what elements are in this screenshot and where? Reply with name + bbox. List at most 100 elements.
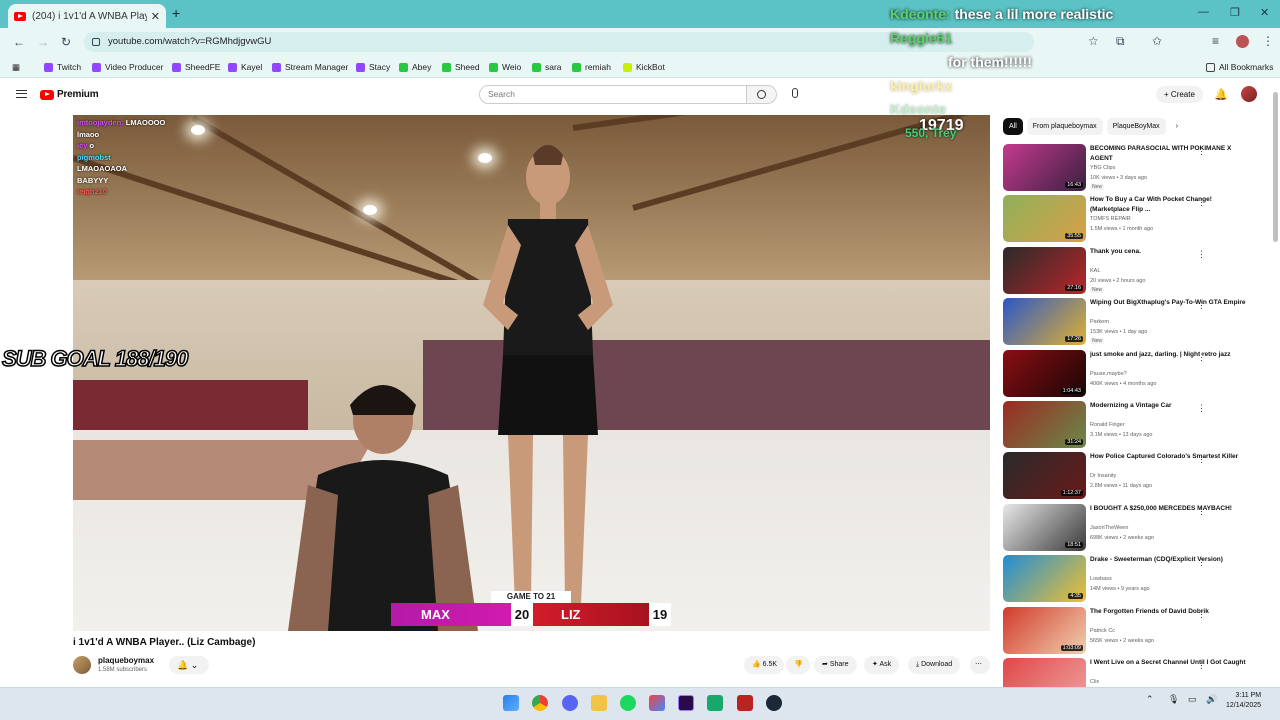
app-icon[interactable] (737, 695, 753, 711)
discord-icon[interactable] (562, 695, 578, 711)
recommendation-card[interactable]: 17:26 Wiping Out BigXthaplug's Pay-To-Win… (1003, 298, 1263, 346)
share-button[interactable]: ➦ Share (814, 656, 857, 674)
all-bookmarks-folder[interactable]: All Bookmarks (1206, 62, 1273, 72)
like-button[interactable]: 👍 6.5K (744, 656, 784, 674)
recommendation-title[interactable]: I BOUGHT A $250,000 MERCEDES MAYBACH! (1090, 504, 1250, 514)
dislike-button[interactable]: 👎 (786, 656, 810, 674)
filter-chip-channel[interactable]: PlaqueBoyMax (1106, 118, 1166, 135)
recommendation-card[interactable]: 1:12:37 How Police Captured Colorado's Sm… (1003, 452, 1263, 500)
recommendation-card[interactable]: 27:16 Thank you cena. KAL 20 views • 2 hour… (1003, 246, 1263, 295)
minimize-icon[interactable]: — (1198, 6, 1209, 18)
bookmark-abey[interactable]: Abey (399, 62, 431, 72)
recommendation-title[interactable]: I Went Live on a Secret Channel Until I … (1090, 658, 1250, 668)
media-control-icon[interactable]: ≡ (1212, 34, 1219, 48)
recommendation-title[interactable]: Drake - Sweeterman (CDQ/Explicit Version… (1090, 555, 1250, 565)
video-thumbnail[interactable]: 4:35 (1003, 555, 1086, 603)
recommendation-card[interactable]: 16:43 BECOMING PARASOCIAL WITH POKIMANE X… (1003, 144, 1263, 192)
bookmark-remiah[interactable]: remiah (572, 62, 611, 72)
recommendation-title[interactable]: How To Buy a Car With Pocket Change! (Ma… (1090, 195, 1250, 214)
channel-name[interactable]: plaqueboymax (98, 656, 154, 665)
filter-chip-from-channel[interactable]: From plaqueboymax (1026, 118, 1103, 135)
bookmark-stream-manager[interactable]: Stream Manager (272, 62, 348, 72)
recommendation-title[interactable]: Thank you cena. (1090, 247, 1250, 257)
more-options-icon[interactable]: ⋮ (1197, 352, 1206, 363)
bookmark-kickbot[interactable]: KickBot (623, 62, 665, 72)
recommendation-card[interactable]: 18:51 I BOUGHT A $250,000 MERCEDES MAYBAC… (1003, 503, 1263, 552)
video-thumbnail[interactable]: 17:26 (1003, 298, 1086, 346)
file-explorer-icon[interactable] (591, 695, 607, 711)
more-options-icon[interactable]: ⋮ (1197, 506, 1206, 517)
voice-search-icon[interactable] (792, 88, 798, 98)
recommendation-card[interactable]: 35:55 How To Buy a Car With Pocket Change… (1003, 195, 1263, 243)
tray-chevron-up-icon[interactable]: ⌃ (1146, 694, 1154, 705)
recommendation-channel[interactable]: Clix (1090, 679, 1099, 685)
apps-grid-icon[interactable]: ▦ (12, 62, 20, 73)
channel-avatar[interactable] (73, 656, 91, 674)
more-options-icon[interactable]: ⋮ (1197, 249, 1206, 260)
subscription-bell-button[interactable]: 🔔 ⌄ (169, 656, 209, 674)
recommendation-channel[interactable]: Patrick Cc (1090, 628, 1115, 634)
microphone-icon[interactable]: 🎙 (1168, 694, 1179, 705)
youtube-logo[interactable]: Premium (40, 89, 99, 100)
windows-start-icon[interactable] (503, 695, 519, 711)
more-options-icon[interactable]: ⋮ (1197, 557, 1206, 568)
more-options-icon[interactable]: ⋮ (1197, 403, 1206, 414)
recommendation-channel[interactable]: Ronald Finger (1090, 422, 1125, 428)
extensions-icon[interactable]: ⧉ (1116, 34, 1125, 49)
close-tab-icon[interactable]: ✕ (151, 10, 160, 23)
volume-icon[interactable]: 🔊 (1206, 694, 1217, 705)
chrome-icon[interactable] (532, 695, 548, 711)
recommendation-channel[interactable]: Parkem (1090, 319, 1109, 325)
page-scrollbar[interactable] (1272, 82, 1279, 687)
create-button[interactable]: + Create (1156, 86, 1203, 103)
recommendation-title[interactable]: Wiping Out BigXthaplug's Pay-To-Win GTA … (1090, 298, 1250, 308)
more-options-icon[interactable]: ⋮ (1197, 454, 1206, 465)
recommendation-title[interactable]: The Forgotten Friends of David Dobrik (1090, 607, 1250, 617)
spotify-icon[interactable] (620, 695, 636, 711)
premiere-pro-icon[interactable] (678, 695, 694, 711)
more-options-icon[interactable]: ⋮ (1197, 197, 1206, 208)
reload-icon[interactable]: ↻ (61, 35, 71, 49)
browser-tab-active[interactable]: (204) i 1v1'd A WNBA Player. ✕ (8, 4, 166, 28)
favorites-icon[interactable]: ✩ (1152, 34, 1162, 48)
video-thumbnail[interactable]: 1:03:09 (1003, 606, 1086, 654)
recommendation-card[interactable]: 31:24 Modernizing a Vintage Car Ronald Fin… (1003, 401, 1263, 449)
recommendation-card[interactable]: 1:04:43 just smoke and jazz, darling. | N… (1003, 349, 1263, 398)
bookmark-twitch[interactable]: Twitch (44, 62, 81, 72)
more-options-icon[interactable]: ⋮ (1197, 660, 1206, 671)
menu-kebab-icon[interactable]: ⋮ (1262, 34, 1274, 48)
recommendation-channel[interactable]: YBG Clips (1090, 165, 1115, 171)
video-thumbnail[interactable]: 1:12:37 (1003, 452, 1086, 500)
bookmark-sheedfe[interactable]: SheedFE (172, 62, 220, 72)
recommendation-title[interactable]: How Police Captured Colorado's Smartest … (1090, 452, 1250, 462)
filter-chip-all[interactable]: All (1003, 118, 1023, 135)
search-button[interactable] (747, 85, 777, 104)
notifications-bell-icon[interactable]: 🔔 (1214, 88, 1228, 101)
back-icon[interactable]: ← (13, 35, 25, 49)
bookmark-kayel[interactable]: Kayel (228, 62, 262, 72)
video-thumbnail[interactable]: 31:24 (1003, 401, 1086, 448)
download-button[interactable]: ⤓ Download (908, 656, 961, 674)
bookmark-sara[interactable]: sara (532, 62, 562, 72)
chevron-right-icon[interactable]: › (1170, 118, 1184, 135)
video-thumbnail[interactable]: 16:43 (1003, 144, 1086, 191)
more-options-icon[interactable]: ⋮ (1197, 609, 1206, 620)
profile-avatar[interactable] (1236, 35, 1249, 48)
search-input[interactable]: Search (479, 85, 747, 104)
bookmark-stacy[interactable]: Stacy (356, 62, 390, 72)
steam-icon[interactable] (766, 695, 782, 711)
more-actions-button[interactable]: ⋯ (970, 656, 990, 674)
maximize-icon[interactable]: ❐ (1230, 6, 1240, 19)
bookmark-sheed[interactable]: Sheed (442, 62, 480, 72)
account-avatar[interactable] (1241, 86, 1257, 102)
recommendation-card[interactable]: 1:03:09 The Forgotten Friends of David Do… (1003, 606, 1263, 655)
app-icon[interactable] (649, 695, 665, 711)
video-thumbnail[interactable]: 18:51 (1003, 503, 1086, 551)
bookmark-video-producer[interactable]: Video Producer (92, 62, 163, 72)
recommendation-title[interactable]: BECOMING PARASOCIAL WITH POKIMANE X AGEN… (1090, 144, 1250, 163)
recommendation-card[interactable]: 4:35 Drake - Sweeterman (CDQ/Explicit Ver… (1003, 555, 1263, 603)
recommendation-title[interactable]: just smoke and jazz, darling. | Night re… (1090, 350, 1250, 360)
video-thumbnail[interactable]: 35:55 (1003, 195, 1086, 243)
star-bookmark-icon[interactable]: ☆ (1088, 34, 1099, 48)
more-options-icon[interactable]: ⋮ (1197, 146, 1206, 157)
